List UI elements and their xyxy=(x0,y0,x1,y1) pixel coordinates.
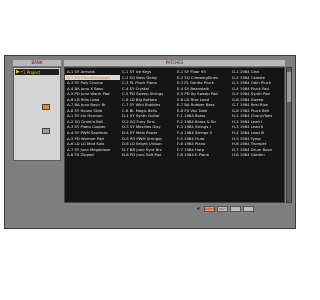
patch-librarian-window: BANK PATCHES ▶ *1 Project A-1 SY Arrival… xyxy=(4,55,296,229)
patch-column-1: A-1 SY Arrivals A-2 SQ CircuitArpeggio A-3… xyxy=(65,69,120,158)
patch-scrollbar[interactable] xyxy=(286,67,292,203)
patch-item[interactable]: H-8 1984 Garden xyxy=(230,152,284,158)
write-button[interactable]: WRITE xyxy=(204,206,215,212)
bank-save-icon[interactable] xyxy=(42,128,50,134)
bank-folder-icon[interactable] xyxy=(42,104,50,110)
bank-list: ▶ *1 Project xyxy=(13,67,61,161)
bank-item-project[interactable]: ▶ *1 Project xyxy=(15,69,59,75)
patch-item[interactable]: F-8 1984 E.Piano xyxy=(175,152,230,158)
button-4[interactable] xyxy=(243,206,254,212)
patch-column-4: G-1 1984 Clav G-2 1984 Celeste G-3 1984 Od… xyxy=(230,69,284,158)
patch-item[interactable]: A-8 FX Zipped xyxy=(65,152,120,158)
bank-item-label: *1 Project xyxy=(20,69,41,75)
patch-item[interactable]: D-8 PD Juno Soft Pad xyxy=(120,152,175,158)
patch-list: A-1 SY Arrivals A-2 SQ CircuitArpeggio A-3… xyxy=(64,67,285,203)
patch-column-3: E-1 SY Floor 93 E-2 SQ ClimbingSines E-3 P… xyxy=(175,69,230,158)
patches-header: PATCHES xyxy=(64,60,285,67)
prev-arrow-icon[interactable]: ◂ xyxy=(195,205,201,213)
patch-column-2: C-1 SY Ice Keys C-2 SQ Bass Delay C-3 PL P… xyxy=(120,69,175,158)
bank-header: BANK xyxy=(13,60,61,67)
edit-button[interactable]: EDIT xyxy=(217,206,228,212)
scrollbar-thumb[interactable] xyxy=(287,72,291,102)
button-3[interactable] xyxy=(230,206,241,212)
